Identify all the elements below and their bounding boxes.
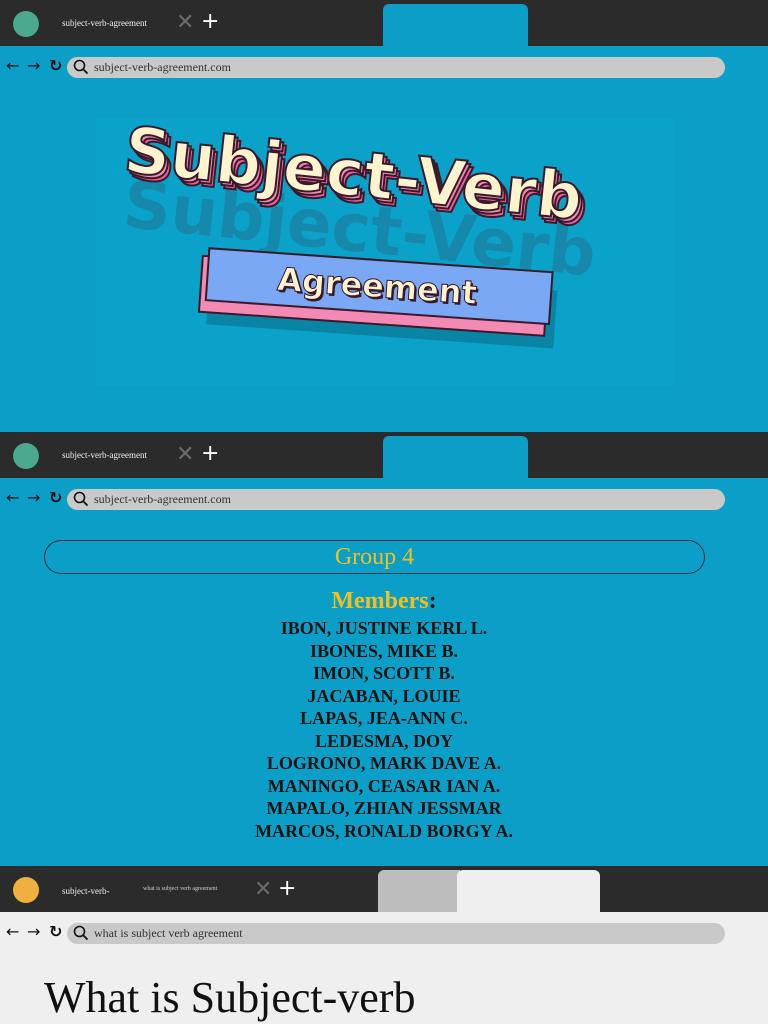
member-name: JACABAN, LOUIE — [307, 685, 461, 706]
search-query[interactable]: what is subject verb agreement — [94, 926, 243, 941]
member-name: MANINGO, CEASAR IAN A. — [267, 775, 501, 796]
browser-window-members: subject-verb-agreement ✕ + ← → ↻ subject… — [0, 432, 768, 866]
member-name: IBONES, MIKE B. — [309, 640, 459, 661]
members-colon: : — [428, 588, 437, 614]
back-arrow-icon[interactable]: ← — [6, 56, 19, 76]
tab-bar: subject-verb-agreement ✕ + — [0, 0, 768, 48]
member-name: LOGRONO, MARK DAVE A. — [266, 753, 502, 773]
window-dot-icon[interactable] — [13, 11, 39, 37]
tab-bar: subject-verb- what is subject verb agree… — [0, 866, 768, 914]
url-text[interactable]: subject-verb-agreement.com — [94, 60, 231, 75]
member-name: MARCOS, RONALD BORGY A. — [255, 820, 513, 841]
browser-window-title: subject-verb-agreement ✕ + ← → ↻ subject… — [0, 0, 768, 432]
tab-title[interactable]: subject-verb-agreement — [62, 18, 147, 28]
tab-bar: subject-verb-agreement ✕ + — [0, 432, 768, 480]
address-bar[interactable]: subject-verb-agreement.com — [67, 57, 725, 78]
reload-icon[interactable]: ↻ — [49, 56, 62, 76]
tab-title[interactable]: subject-verb- — [62, 886, 109, 896]
members-label: Members — [331, 588, 429, 614]
member-name: LEDESMA, DOY — [314, 730, 453, 751]
active-tab[interactable] — [383, 4, 528, 48]
active-tab[interactable] — [383, 436, 528, 480]
member-name: IBON, JUSTINE KERL L. — [280, 618, 488, 638]
address-bar[interactable]: subject-verb-agreement.com — [67, 489, 725, 510]
search-icon — [73, 925, 89, 941]
back-arrow-icon[interactable]: ← — [6, 488, 19, 508]
forward-arrow-icon[interactable]: → — [27, 488, 40, 508]
search-bar[interactable]: what is subject verb agreement — [67, 923, 725, 944]
group-label-box: Group 4 — [44, 540, 705, 574]
browser-window-search: subject-verb- what is subject verb agree… — [0, 866, 768, 1024]
nav-bar: ← → ↻ subject-verb-agreement.com — [0, 46, 768, 90]
nav-bar: ← → ↻ what is subject verb agreement — [0, 912, 768, 956]
url-text[interactable]: subject-verb-agreement.com — [94, 492, 231, 507]
active-tab[interactable] — [457, 870, 600, 914]
close-tab-icon[interactable]: ✕ — [176, 10, 194, 36]
reload-icon[interactable]: ↻ — [49, 922, 62, 942]
title-graphic: Subject-Verb Subject-Verb Subject-Verb S… — [96, 118, 674, 386]
back-arrow-icon[interactable]: ← — [6, 922, 19, 942]
search-icon — [73, 491, 89, 507]
new-tab-icon[interactable]: + — [201, 9, 219, 35]
member-name: LAPAS, JEA-ANN C. — [300, 708, 468, 728]
member-name: IMON, SCOTT B. — [313, 663, 455, 683]
tab-subtitle[interactable]: what is subject verb agreement — [143, 886, 217, 892]
close-tab-icon[interactable]: ✕ — [254, 877, 272, 903]
close-tab-icon[interactable]: ✕ — [176, 442, 194, 468]
forward-arrow-icon[interactable]: → — [27, 56, 40, 76]
member-name: MAPALO, ZHIAN JESSMAR — [266, 798, 502, 818]
forward-arrow-icon[interactable]: → — [27, 922, 40, 942]
inactive-tab[interactable] — [378, 870, 460, 912]
page-heading: What is Subject-verb — [44, 973, 416, 1022]
window-dot-icon[interactable] — [13, 443, 39, 469]
tab-title[interactable]: subject-verb-agreement — [62, 450, 147, 460]
search-icon — [73, 59, 89, 75]
nav-bar: ← → ↻ subject-verb-agreement.com — [0, 478, 768, 522]
member-list: IBON, JUSTINE KERL L. IBONES, MIKE B. IM… — [0, 617, 768, 842]
window-dot-icon[interactable] — [13, 877, 39, 903]
new-tab-icon[interactable]: + — [278, 876, 296, 902]
group-label: Group 4 — [334, 544, 415, 570]
reload-icon[interactable]: ↻ — [49, 488, 62, 508]
members-heading: Members: — [0, 588, 768, 615]
new-tab-icon[interactable]: + — [201, 441, 219, 467]
